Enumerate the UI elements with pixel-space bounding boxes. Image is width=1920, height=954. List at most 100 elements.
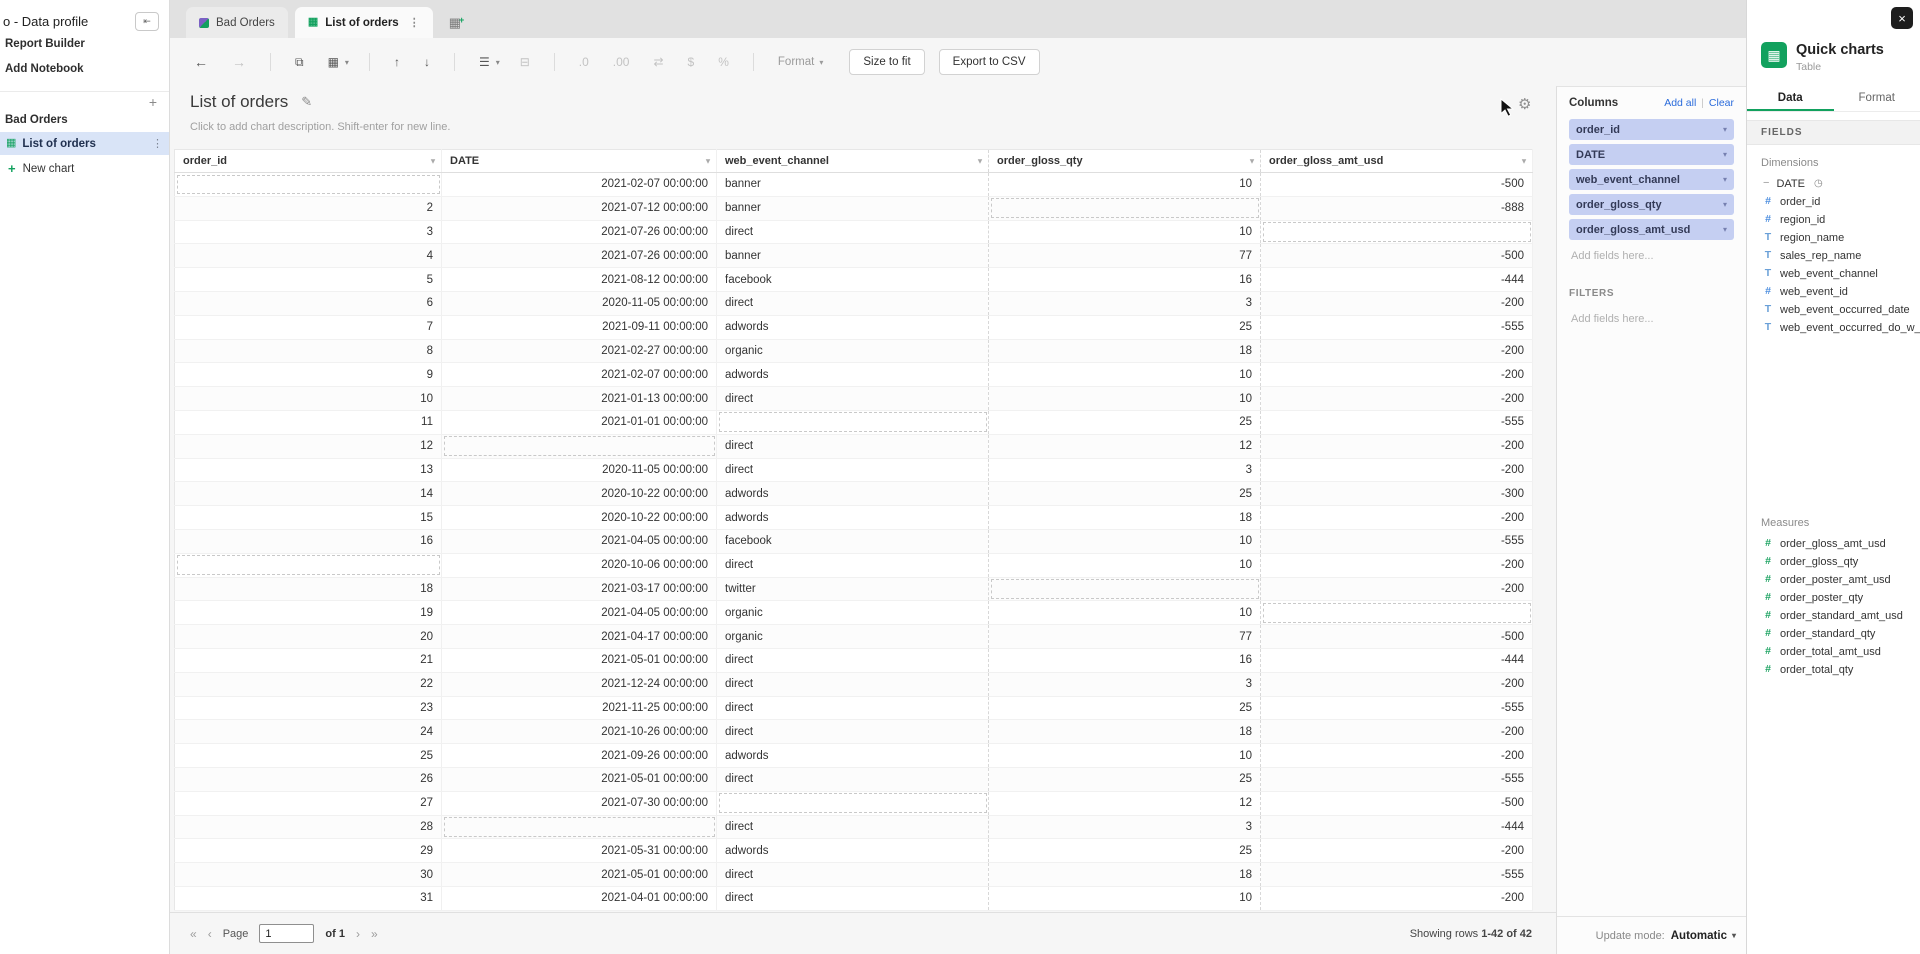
sidebar-item-report-builder[interactable]: Report Builder xyxy=(0,31,169,56)
table-cell[interactable]: -200 xyxy=(1261,458,1533,482)
table-cell[interactable]: 2021-02-07 00:00:00 xyxy=(442,173,717,197)
table-cell[interactable]: 2021-03-17 00:00:00 xyxy=(442,577,717,601)
table-cell[interactable]: 12 xyxy=(989,791,1261,815)
column-pill[interactable]: DATE▾ xyxy=(1569,144,1734,165)
table-cell[interactable]: 2021-07-26 00:00:00 xyxy=(442,220,717,244)
table-cell[interactable]: 10 xyxy=(175,387,442,411)
measure-item[interactable]: #order_poster_amt_usd xyxy=(1747,571,1920,589)
table-cell[interactable]: organic xyxy=(717,601,989,625)
table-cell[interactable]: 2021-09-11 00:00:00 xyxy=(442,315,717,339)
undo-button[interactable]: ← xyxy=(194,55,208,69)
table-cell[interactable]: 6 xyxy=(175,291,442,315)
chevron-down-icon[interactable]: ▾ xyxy=(496,58,500,67)
table-cell[interactable] xyxy=(175,553,442,577)
sort-caret-icon[interactable]: ▾ xyxy=(1522,157,1526,166)
table-cell[interactable]: 10 xyxy=(989,387,1261,411)
dimension-item[interactable]: Tregion_name xyxy=(1747,229,1920,247)
table-cell[interactable]: -200 xyxy=(1261,720,1533,744)
column-pill[interactable]: order_gloss_qty▾ xyxy=(1569,194,1734,215)
clear-link[interactable]: Clear xyxy=(1709,97,1734,109)
sort-descending-button[interactable]: ↓ xyxy=(424,56,430,68)
sidebar-item-add-notebook[interactable]: Add Notebook xyxy=(0,56,169,81)
dimension-item[interactable]: #web_event_id xyxy=(1747,283,1920,301)
table-cell[interactable]: 2021-02-27 00:00:00 xyxy=(442,339,717,363)
table-cell[interactable]: -200 xyxy=(1261,553,1533,577)
table-cell[interactable]: organic xyxy=(717,339,989,363)
table-cell[interactable]: 7 xyxy=(175,315,442,339)
table-cell[interactable]: banner xyxy=(717,173,989,197)
table-cell[interactable]: 10 xyxy=(989,173,1261,197)
table-cell[interactable]: -300 xyxy=(1261,482,1533,506)
tab-format[interactable]: Format xyxy=(1834,86,1920,111)
table-cell[interactable]: -200 xyxy=(1261,744,1533,768)
close-panel-button[interactable]: × xyxy=(1891,7,1913,29)
add-chart-icon[interactable]: + xyxy=(149,95,157,109)
tab-data[interactable]: Data xyxy=(1747,86,1834,111)
table-cell[interactable]: -200 xyxy=(1261,363,1533,387)
alignment-button[interactable]: ☰ xyxy=(479,56,490,68)
table-cell[interactable] xyxy=(717,791,989,815)
table-cell[interactable]: 2021-09-26 00:00:00 xyxy=(442,744,717,768)
dimension-item[interactable]: Tweb_event_channel xyxy=(1747,265,1920,283)
table-cell[interactable]: 10 xyxy=(989,220,1261,244)
table-cell[interactable]: 77 xyxy=(989,625,1261,649)
table-cell[interactable]: 10 xyxy=(989,886,1261,910)
table-cell[interactable]: 3 xyxy=(989,458,1261,482)
table-cell[interactable]: direct xyxy=(717,434,989,458)
table-cell[interactable]: adwords xyxy=(717,315,989,339)
table-cell[interactable]: 18 xyxy=(989,506,1261,530)
table-cell[interactable]: 10 xyxy=(989,529,1261,553)
sort-caret-icon[interactable]: ▾ xyxy=(1250,157,1254,166)
table-cell[interactable]: -444 xyxy=(1261,268,1533,292)
table-cell[interactable]: 5 xyxy=(175,268,442,292)
table-cell[interactable]: 26 xyxy=(175,767,442,791)
table-cell[interactable]: 18 xyxy=(175,577,442,601)
table-cell[interactable]: 2020-11-05 00:00:00 xyxy=(442,458,717,482)
table-cell[interactable]: -555 xyxy=(1261,529,1533,553)
table-cell[interactable]: direct xyxy=(717,886,989,910)
table-cell[interactable]: 2021-04-05 00:00:00 xyxy=(442,529,717,553)
table-cell[interactable]: 2020-10-22 00:00:00 xyxy=(442,506,717,530)
sidebar-item-list-of-orders[interactable]: ▦ List of orders ⋮ xyxy=(0,132,169,155)
table-cell[interactable]: 2021-01-01 00:00:00 xyxy=(442,410,717,434)
column-pill[interactable]: order_id▾ xyxy=(1569,119,1734,140)
table-cell[interactable]: -555 xyxy=(1261,767,1533,791)
table-cell[interactable]: -555 xyxy=(1261,696,1533,720)
page-title[interactable]: List of orders xyxy=(190,92,288,112)
chevron-down-icon[interactable]: ▾ xyxy=(1723,200,1727,209)
table-cell[interactable] xyxy=(989,196,1261,220)
new-tab-button[interactable]: ▦ + xyxy=(449,16,465,29)
table-cell[interactable]: 16 xyxy=(989,268,1261,292)
table-cell[interactable]: -200 xyxy=(1261,577,1533,601)
duplicate-button[interactable]: ⧉ xyxy=(295,56,304,68)
table-cell[interactable]: 18 xyxy=(989,863,1261,887)
columns-drop-target[interactable]: Add fields here... xyxy=(1569,250,1734,262)
table-cell[interactable]: -200 xyxy=(1261,886,1533,910)
chevron-down-icon[interactable]: ▾ xyxy=(1723,225,1727,234)
dimension-item[interactable]: Tsales_rep_name xyxy=(1747,247,1920,265)
table-cell[interactable]: 25 xyxy=(989,482,1261,506)
table-cell[interactable]: 3 xyxy=(989,291,1261,315)
table-cell[interactable]: -888 xyxy=(1261,196,1533,220)
table-cell[interactable]: 25 xyxy=(989,839,1261,863)
chevron-down-icon[interactable]: ▾ xyxy=(1723,150,1727,159)
table-cell[interactable]: -200 xyxy=(1261,434,1533,458)
measure-item[interactable]: #order_total_qty xyxy=(1747,661,1920,679)
table-cell[interactable]: 2021-04-17 00:00:00 xyxy=(442,625,717,649)
table-cell[interactable]: direct xyxy=(717,458,989,482)
collapse-toggle-icon[interactable]: − xyxy=(1763,178,1769,189)
percent-format-button[interactable]: % xyxy=(718,56,729,68)
table-cell[interactable]: adwords xyxy=(717,744,989,768)
dimension-item[interactable]: #region_id xyxy=(1747,211,1920,229)
table-cell[interactable]: 18 xyxy=(989,339,1261,363)
table-cell[interactable]: -555 xyxy=(1261,410,1533,434)
table-cell[interactable]: banner xyxy=(717,196,989,220)
table-cell[interactable]: 3 xyxy=(989,672,1261,696)
dimension-item[interactable]: −DATE◷ xyxy=(1747,175,1920,193)
gear-icon[interactable]: ⚙ xyxy=(1518,97,1531,112)
table-cell[interactable]: direct xyxy=(717,648,989,672)
table-cell[interactable]: -200 xyxy=(1261,506,1533,530)
dimension-item[interactable]: Tweb_event_occurred_do_w_n xyxy=(1747,319,1920,337)
table-cell[interactable]: direct xyxy=(717,767,989,791)
previous-page-button[interactable]: ‹ xyxy=(208,928,212,940)
